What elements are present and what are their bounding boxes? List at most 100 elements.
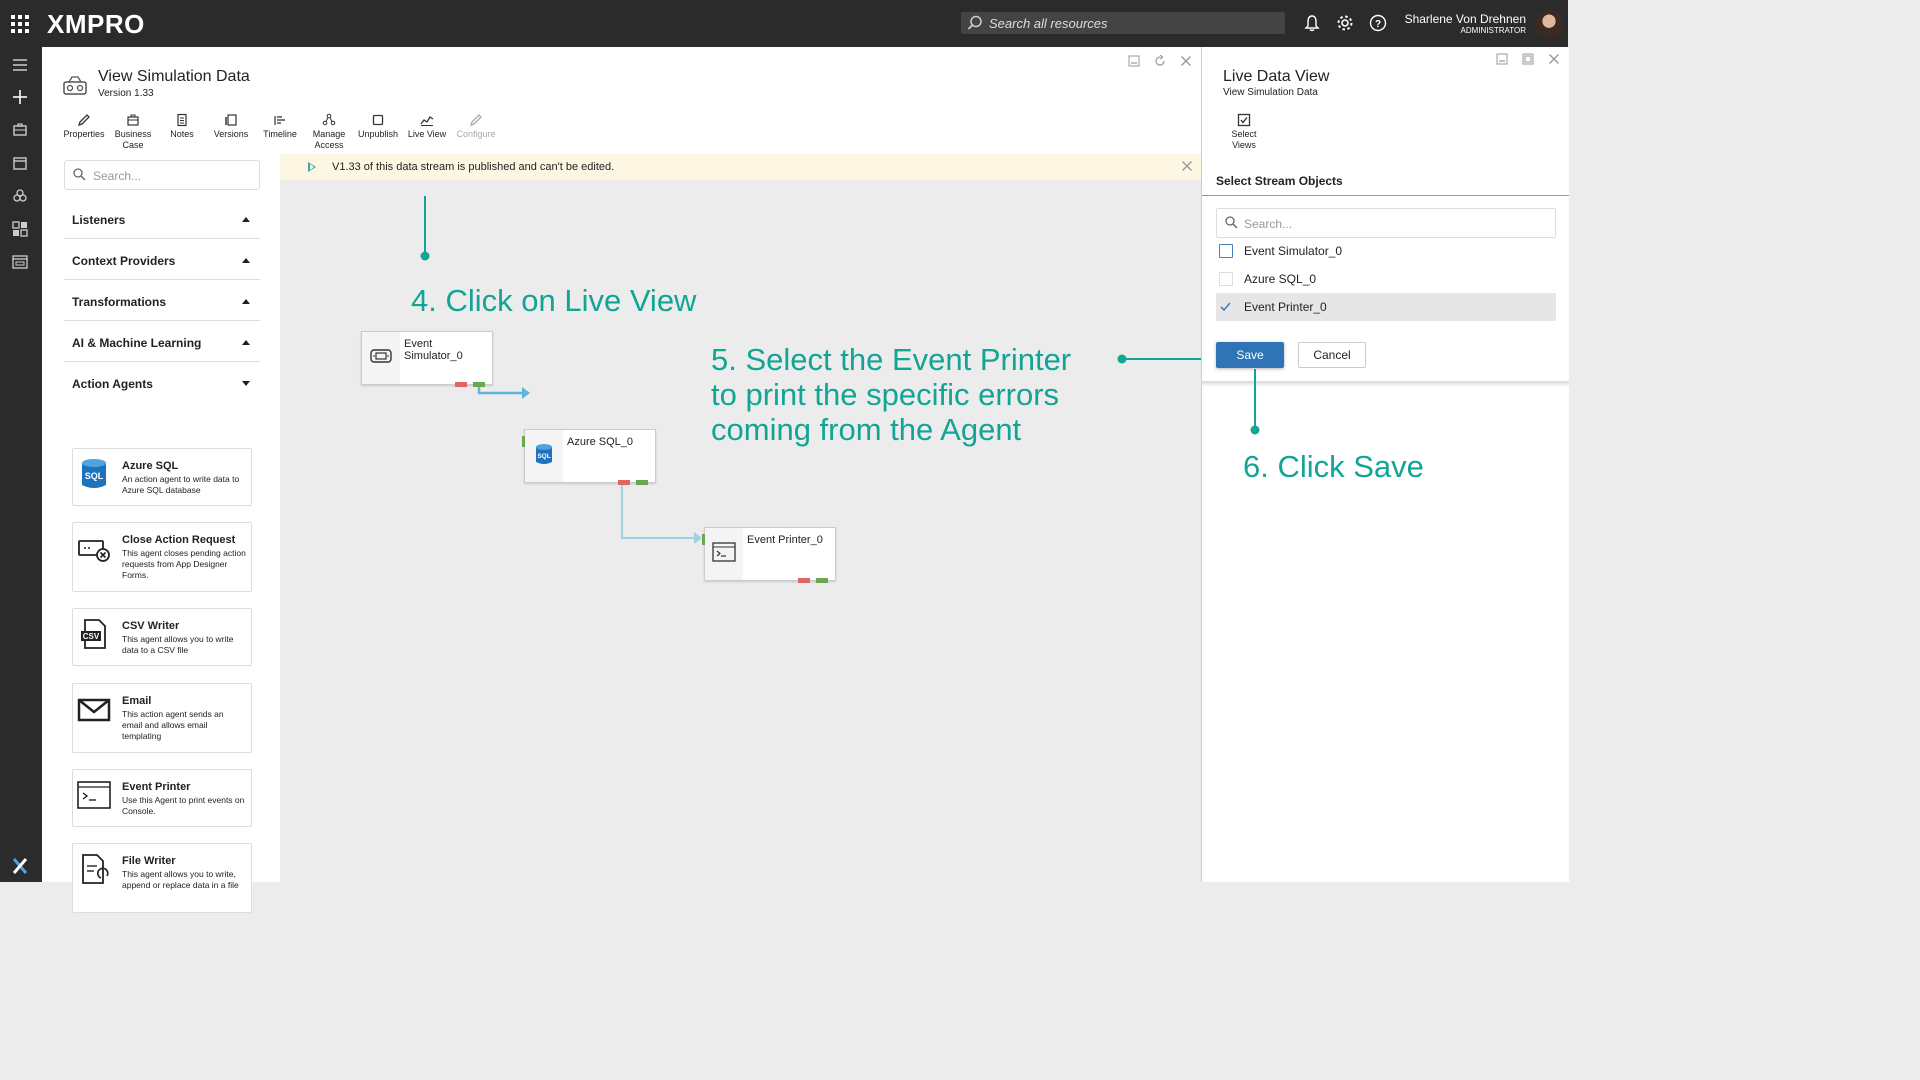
agent-name: Event Printer [122,781,191,793]
configure-button[interactable]: Configure [452,113,500,140]
versions-icon [225,114,237,126]
annotation-step6-connector [1250,369,1260,435]
app-window-icon[interactable] [11,253,29,271]
business-case-button[interactable]: Business Case [109,113,157,151]
xmpro-logo[interactable]: XMPRO [47,9,145,40]
live-view-button[interactable]: Live View [403,113,451,140]
chevron-up-icon [242,258,250,263]
timeline-button[interactable]: Timeline [256,113,304,140]
refresh-icon[interactable] [1154,55,1166,67]
business-case-label: Business Case [114,129,152,150]
agent-description: This agent allows you to write data to a… [122,634,234,655]
node-icon-area [362,332,400,384]
data-stream-icon[interactable] [11,187,29,205]
gear-icon[interactable] [1336,14,1354,32]
node-error-port[interactable] [798,578,810,583]
category-transformations[interactable]: Transformations [64,281,260,321]
user-name[interactable]: Sharlene Von Drehnen [1405,12,1526,26]
category-action-agents[interactable]: Action Agents [64,363,260,402]
briefcase-icon[interactable] [11,121,29,139]
search-icon [967,15,982,30]
category-listeners[interactable]: Listeners [64,199,260,239]
agent-name: Azure SQL [122,460,179,472]
agent-card-event-printer[interactable]: Event Printer Use this Agent to print ev… [72,769,252,827]
chevron-up-icon [242,340,250,345]
pencil-icon [469,114,482,127]
svg-text:CSV: CSV [83,632,100,641]
agent-name: File Writer [122,855,176,867]
agent-description: An action agent to write data to Azure S… [122,474,240,495]
node-output-port[interactable] [636,480,648,485]
sql-database-icon: SQL [536,444,552,464]
agent-description: Use this Agent to print events on Consol… [122,795,245,816]
notes-button[interactable]: Notes [158,113,206,140]
agent-name: Email [122,695,152,707]
node-icon-area [705,528,743,580]
sql-database-icon: SQL [82,459,106,488]
node-output-port[interactable] [473,382,485,387]
category-ai-ml[interactable]: AI & Machine Learning [64,322,260,362]
manage-access-button[interactable]: Manage Access [305,113,353,151]
unpublish-button[interactable]: Unpublish [354,113,402,140]
bell-icon[interactable] [1303,14,1321,32]
chevron-down-icon [242,381,250,386]
category-label: AI & Machine Learning [72,336,202,350]
toolbox-search-input[interactable]: Search... [64,160,260,190]
help-icon[interactable]: ? [1369,14,1387,32]
versions-button[interactable]: Versions [207,113,255,140]
apps-grid-icon[interactable] [11,15,29,33]
calendar-icon[interactable] [11,154,29,172]
node-name: Azure SQL_0 [567,436,634,448]
agent-card-csv-writer[interactable]: CSV CSV Writer This agent allows you to … [72,608,252,666]
add-icon[interactable] [11,88,29,106]
chevron-up-icon [242,217,250,222]
versions-label: Versions [213,129,249,139]
close-icon[interactable] [1180,55,1192,67]
node-name: Event Simulator_0 [404,338,463,362]
agent-card-azure-sql[interactable]: SQL Azure SQL An action agent to write d… [72,448,252,506]
global-search-input[interactable]: Search all resources [961,12,1285,34]
console-icon [77,781,111,809]
dashboard-grid-icon[interactable] [11,220,29,238]
annotation-step5-line3: coming from the Agent [711,412,1022,447]
annotation-dot-step6 [1250,425,1260,435]
node-error-port[interactable] [455,382,467,387]
live-chart-icon [420,116,434,126]
avatar[interactable] [1535,10,1563,38]
csv-file-icon: CSV [81,619,106,649]
node-azure-sql[interactable]: SQL Azure SQL_0 [522,429,656,485]
annotation-step4: 4. Click on Live View [411,283,697,318]
category-label: Transformations [72,295,167,309]
notes-label: Notes [170,129,194,139]
hamburger-menu-icon[interactable] [11,56,29,74]
properties-label: Properties [63,129,105,139]
category-label: Action Agents [72,377,153,391]
chevron-up-icon [242,299,250,304]
node-error-port[interactable] [618,480,630,485]
svg-text:?: ? [1375,19,1381,30]
designer-canvas[interactable]: V1.33 of this data stream is published a… [280,154,1201,882]
unpublish-label: Unpublish [357,129,399,139]
xmpro-x-icon[interactable] [11,857,29,875]
node-event-printer[interactable]: Event Printer_0 [702,527,836,583]
notes-icon [177,113,187,127]
agent-card-close-action-request[interactable]: Close Action Request This agent closes p… [72,522,252,592]
annotation-step6: 6. Click Save [1243,449,1424,484]
toolbox-search-placeholder: Search... [93,169,142,183]
annotation-dot-step4 [420,251,430,261]
category-context-providers[interactable]: Context Providers [64,240,260,280]
data-stream-designer: View Simulation Data Version 1.33 Proper… [42,47,1201,913]
envelope-icon [77,698,111,722]
agent-card-file-writer[interactable]: File Writer This agent allows you to wri… [72,843,252,913]
node-event-simulator[interactable]: Event Simulator_0 [361,331,493,387]
agent-card-email[interactable]: Email This action agent sends an email a… [72,683,252,753]
agent-name: CSV Writer [122,620,180,632]
page-version: Version 1.33 [98,88,154,99]
node-output-port[interactable] [816,578,828,583]
minimize-icon[interactable] [1128,55,1140,67]
annotation-step5-line2: to print the specific errors [711,377,1060,412]
connector-arrowhead [522,387,530,399]
annotation-step5-line1: 5. Select the Event Printer [711,342,1072,377]
category-label: Listeners [72,213,126,227]
properties-button[interactable]: Properties [60,113,108,140]
